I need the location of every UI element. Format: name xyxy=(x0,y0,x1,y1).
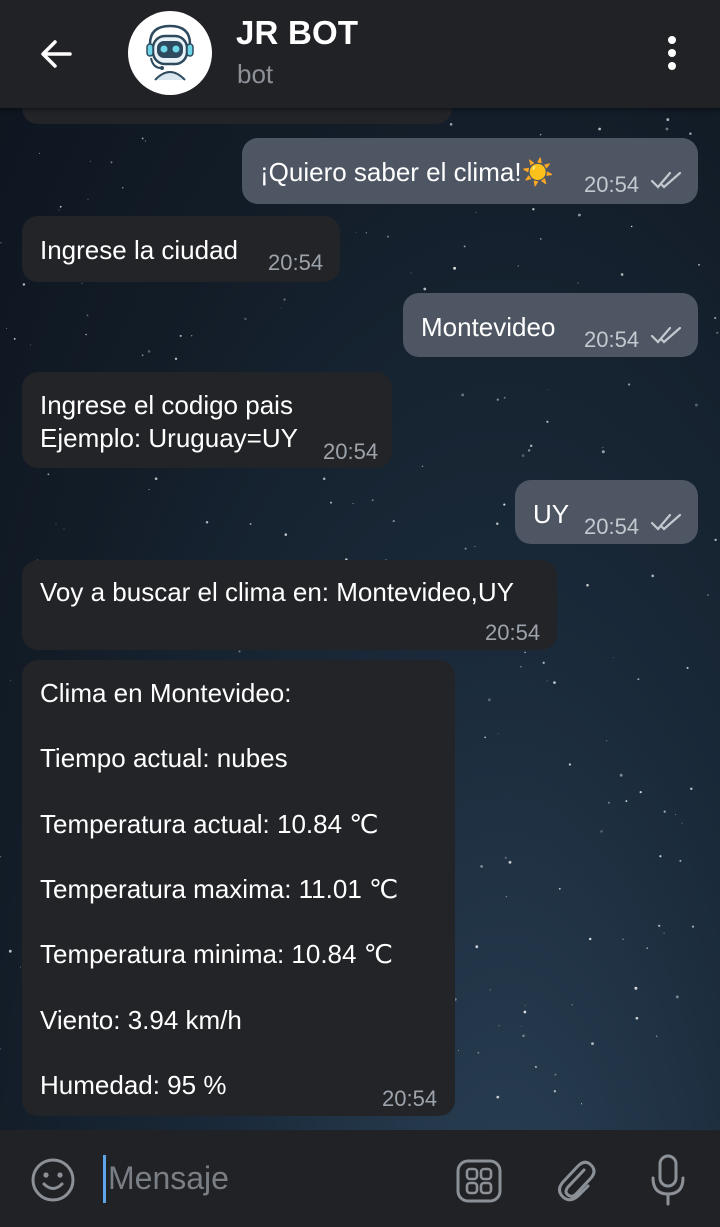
message-time: 20:54 xyxy=(268,250,324,275)
message-bubble-outgoing[interactable]: UY 20:54 xyxy=(515,480,698,544)
back-button[interactable] xyxy=(30,28,82,80)
bot-keyboard-icon xyxy=(456,1159,502,1203)
message-time: 20:54 xyxy=(584,514,640,539)
message-text: UY xyxy=(533,499,570,529)
message-time: 20:54 xyxy=(485,620,541,645)
message-text-line: Ingrese el codigo pais xyxy=(40,390,293,420)
bot-keyboard-button[interactable] xyxy=(454,1156,504,1206)
message-time: 20:54 xyxy=(323,439,379,464)
message-text: Voy a buscar el clima en: Montevideo,UY xyxy=(40,577,515,607)
more-vertical-icon xyxy=(668,36,676,70)
chat-subtitle: bot xyxy=(237,59,274,89)
read-ticks-icon xyxy=(650,513,682,531)
message-composer xyxy=(0,1130,720,1227)
message-bubble-outgoing[interactable]: ¡Quiero saber el clima!☀️ 20:54 xyxy=(242,138,698,204)
chat-header: JR BOT bot xyxy=(0,0,720,108)
message-text-line: Tiempo actual: nubes xyxy=(40,743,288,773)
read-ticks-icon xyxy=(650,326,682,344)
microphone-icon xyxy=(651,1154,685,1206)
message-time: 20:54 xyxy=(584,327,640,352)
message-text-line: Temperatura minima: 10.84 ℃ xyxy=(40,939,393,969)
more-options-button[interactable] xyxy=(650,30,694,76)
message-bubble-outgoing[interactable]: Montevideo 20:54 xyxy=(403,293,698,357)
message-bubble-incoming[interactable]: Voy a buscar el clima en: Montevideo,UY … xyxy=(22,560,557,650)
message-text: Ingrese la ciudad xyxy=(40,235,239,265)
message-input[interactable] xyxy=(104,1154,428,1202)
message-text: ¡Quiero saber el clima!☀️ xyxy=(260,157,554,187)
message-time: 20:54 xyxy=(382,1086,438,1111)
robot-icon xyxy=(137,20,203,86)
message-bubble-incoming[interactable]: Clima en Montevideo: Tiempo actual: nube… xyxy=(22,660,455,1116)
attach-button[interactable] xyxy=(551,1154,601,1206)
chat-app: JR BOT bot ¡Quiero saber el clima!☀️ 20:… xyxy=(0,0,720,1227)
message-list[interactable]: ¡Quiero saber el clima!☀️ 20:54 Ingrese … xyxy=(0,108,720,1130)
message-text: Montevideo xyxy=(421,312,556,342)
chat-title[interactable]: JR BOT xyxy=(236,14,358,52)
paperclip-icon xyxy=(558,1160,596,1202)
bot-avatar[interactable] xyxy=(128,11,212,95)
message-bubble-incoming[interactable]: Ingrese la ciudad 20:54 xyxy=(22,216,340,282)
message-text-line: Temperatura maxima: 11.01 ℃ xyxy=(40,874,399,904)
message-bubble-partial xyxy=(22,108,452,124)
message-bubble-incoming[interactable]: Ingrese el codigo pais Ejemplo: Uruguay=… xyxy=(22,372,392,468)
message-text-line: Clima en Montevideo: xyxy=(40,678,292,708)
voice-message-button[interactable] xyxy=(644,1152,692,1208)
message-text-line: Temperatura actual: 10.84 ℃ xyxy=(40,809,379,839)
message-text-line: Ejemplo: Uruguay=UY xyxy=(40,423,298,453)
emoji-button[interactable] xyxy=(28,1155,78,1205)
smiley-icon xyxy=(31,1158,75,1202)
message-text-line: Humedad: 95 % xyxy=(40,1070,227,1100)
read-ticks-icon xyxy=(650,171,682,189)
message-time: 20:54 xyxy=(584,172,640,197)
arrow-left-icon xyxy=(41,40,72,68)
message-text-line: Viento: 3.94 km/h xyxy=(40,1005,242,1035)
text-cursor xyxy=(103,1155,106,1203)
